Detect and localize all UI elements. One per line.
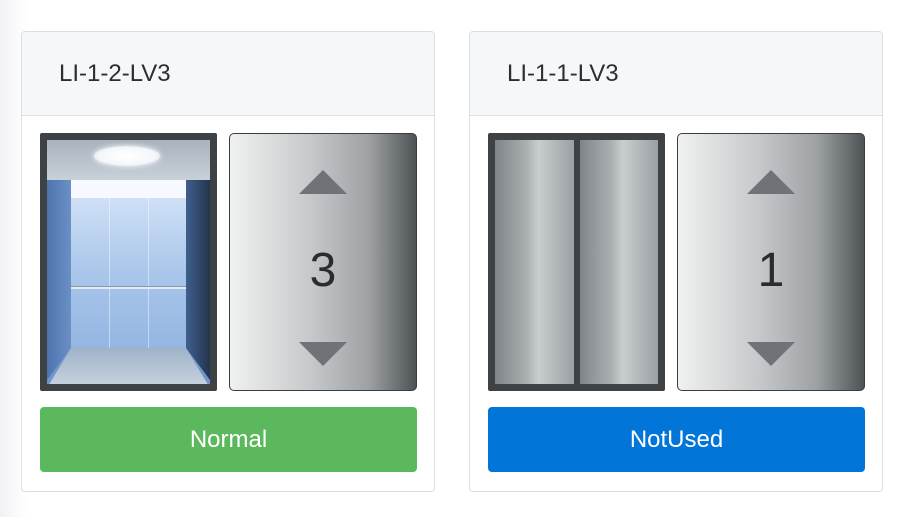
arrow-down-icon	[747, 342, 795, 366]
arrow-up-icon	[747, 170, 795, 194]
elevator-name: LI-1-2-LV3	[22, 32, 434, 116]
elevator-name: LI-1-1-LV3	[470, 32, 882, 116]
arrow-up-icon	[299, 170, 347, 194]
floor-number: 1	[757, 244, 785, 297]
floor-number: 3	[309, 244, 337, 297]
elevator-open-image	[40, 133, 217, 391]
elevator-card: LI-1-2-LV3 3 Normal	[21, 31, 435, 492]
right-door	[579, 140, 658, 384]
status-button[interactable]: NotUsed	[488, 407, 865, 472]
floor-indicator: 1	[677, 133, 865, 391]
elevator-closed-image	[488, 133, 665, 391]
card-body: 3 Normal	[22, 116, 434, 491]
floor-indicator: 3	[229, 133, 417, 391]
status-button[interactable]: Normal	[40, 407, 417, 472]
arrow-down-icon	[299, 342, 347, 366]
left-door	[495, 140, 574, 384]
card-body: 1 NotUsed	[470, 116, 882, 491]
ceiling-light-icon	[94, 146, 160, 166]
elevator-card: LI-1-1-LV3 1 NotUsed	[469, 31, 883, 492]
